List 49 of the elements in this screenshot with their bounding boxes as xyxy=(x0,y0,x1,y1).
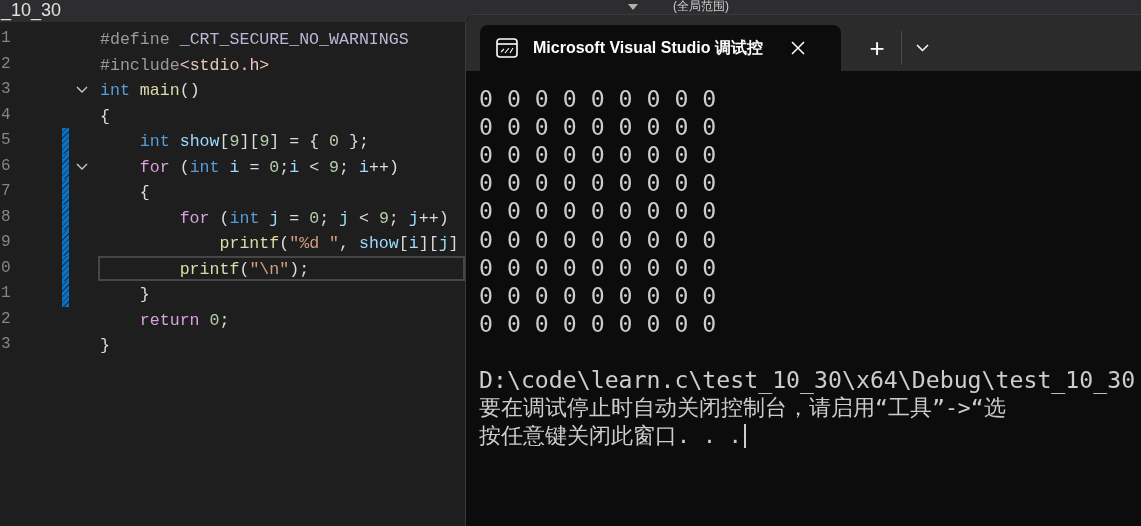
code-line: for (int i = 0;i < 9; i++) xyxy=(138,156,400,179)
line-number: 3 xyxy=(1,334,12,355)
line-number: 9 xyxy=(1,232,12,253)
console-line: 0 0 0 0 0 0 0 0 0 xyxy=(479,141,717,170)
code-line: } xyxy=(99,335,111,357)
console-line: 0 0 0 0 0 0 0 0 0 xyxy=(479,85,717,114)
code-line: for (int j = 0; j < 9; j++) xyxy=(178,207,450,230)
line-number: 0 xyxy=(1,257,12,279)
line-number: 2 xyxy=(1,308,12,330)
console-line: 0 0 0 0 0 0 0 0 0 xyxy=(479,197,717,226)
code-line: int show[9][9] = { 0 }; xyxy=(138,131,370,153)
line-number: 1 xyxy=(1,283,12,304)
new-tab-button[interactable]: + xyxy=(863,35,891,61)
line-number: 7 xyxy=(1,181,12,202)
console-line: 0 0 0 0 0 0 0 0 0 xyxy=(479,169,717,198)
line-number: 6 xyxy=(1,155,12,177)
console-line: 0 0 0 0 0 0 0 0 0 xyxy=(479,225,717,254)
fold-chevron-icon[interactable] xyxy=(75,162,88,170)
line-number: 1 xyxy=(1,28,12,49)
console-line: 0 0 0 0 0 0 0 0 0 xyxy=(479,253,717,282)
fold-chevron-icon[interactable] xyxy=(75,86,88,94)
console-line: 要在调试停止时自动关闭控制台，请启用“工具”->“选 xyxy=(479,394,1006,423)
dropdown-caret-icon[interactable] xyxy=(628,4,639,10)
tab-title: Microsoft Visual Studio 调试控 xyxy=(533,38,763,58)
code-line: int main() xyxy=(99,80,201,102)
line-number: 5 xyxy=(1,130,12,151)
console-line: 0 0 0 0 0 0 0 0 0 xyxy=(479,309,717,338)
code-line: { xyxy=(99,105,111,128)
code-line: #include<stdio.h> xyxy=(99,54,271,77)
console-icon xyxy=(496,38,518,58)
line-number: 4 xyxy=(1,104,12,126)
code-line: #define _CRT_SECURE_NO_WARNINGS xyxy=(99,29,410,51)
scope-dropdown[interactable]: (全局范围) xyxy=(673,0,730,13)
code-line: { xyxy=(138,182,151,204)
text-cursor xyxy=(743,424,746,449)
console-line: 按任意键关闭此窗口. . . xyxy=(479,422,742,451)
chevron-down-icon[interactable] xyxy=(916,44,929,52)
console-line: D:\code\learn.c\test_10_30\x64\Debug\test_10_30 xyxy=(479,366,1136,394)
code-line: printf("%d ", show[i][j] xyxy=(218,233,460,255)
line-number: 8 xyxy=(1,206,12,228)
file-tab[interactable]: _10_30 xyxy=(1,0,62,20)
code-line: } xyxy=(138,284,151,306)
console-line: 0 0 0 0 0 0 0 0 0 xyxy=(479,281,717,310)
close-icon[interactable] xyxy=(790,41,805,55)
console-line: 0 0 0 0 0 0 0 0 0 xyxy=(479,113,717,142)
line-number: 2 xyxy=(1,53,12,75)
terminal-tab[interactable]: Microsoft Visual Studio 调试控 xyxy=(480,25,841,71)
line-number: 3 xyxy=(1,79,12,100)
code-line: return 0; xyxy=(138,309,231,332)
